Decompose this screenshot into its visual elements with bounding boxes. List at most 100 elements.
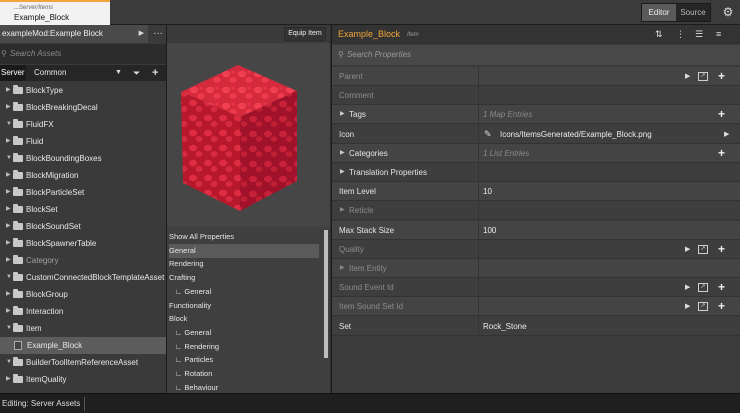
property-value[interactable]: Icons/ItemsGenerated/Example_Block.png bbox=[500, 125, 652, 144]
add-icon[interactable]: + bbox=[152, 65, 158, 81]
property-row[interactable]: Item Sound Set Id ▶ ↗ + bbox=[332, 297, 740, 317]
chevron-right-icon[interactable]: ▶ bbox=[340, 259, 345, 278]
property-category-item[interactable]: ∟ General bbox=[169, 285, 319, 299]
property-value[interactable]: 100 bbox=[483, 221, 496, 240]
tree-folder-item[interactable]: ▶ BlockSet bbox=[0, 201, 166, 218]
source-mode-button[interactable]: Source bbox=[676, 4, 710, 21]
open-reference-icon[interactable]: ↗ bbox=[698, 244, 708, 254]
filter-icon[interactable]: ⏷ bbox=[133, 65, 140, 81]
vertical-dots-icon[interactable]: ⋮ bbox=[676, 25, 685, 44]
add-icon[interactable]: + bbox=[718, 297, 725, 316]
chevron-down-icon[interactable]: ▼ bbox=[6, 116, 12, 133]
tree-folder-item[interactable]: ▶ BlockBreakingDecal bbox=[0, 99, 166, 116]
property-category-item[interactable]: ∟ Rotation bbox=[169, 367, 319, 381]
dropdown-icon[interactable]: ▼ bbox=[115, 65, 122, 81]
property-category-item[interactable]: General bbox=[169, 243, 319, 258]
tree-folder-item[interactable]: ▼ CustomConnectedBlockTemplateAsset bbox=[0, 269, 166, 286]
chevron-right-icon[interactable]: ▶ bbox=[6, 218, 11, 235]
add-icon[interactable]: + bbox=[718, 67, 725, 86]
tab-common[interactable]: Common bbox=[30, 65, 70, 81]
property-category-item[interactable]: Rendering bbox=[169, 257, 319, 271]
property-row[interactable]: Sound Event Id ▶ ↗ + bbox=[332, 278, 740, 298]
property-row[interactable]: Comment bbox=[332, 86, 740, 106]
gear-icon[interactable]: ⚙ bbox=[720, 4, 736, 20]
tree-folder-item[interactable]: ▶ Interaction bbox=[0, 303, 166, 320]
property-row[interactable]: ▶ Translation Properties bbox=[332, 163, 740, 182]
item-preview[interactable] bbox=[167, 43, 330, 227]
filter-list-icon[interactable]: ≡ bbox=[716, 25, 721, 44]
equip-item-button[interactable]: Equip Item bbox=[284, 27, 326, 41]
tree-folder-item[interactable]: ▼ Item bbox=[0, 320, 166, 337]
chevron-right-icon[interactable]: ▶ bbox=[6, 371, 11, 388]
tree-folder-item[interactable]: ▶ BlockSpawnerTable bbox=[0, 235, 166, 252]
add-icon[interactable]: + bbox=[718, 240, 725, 259]
tree-folder-item[interactable]: ▶ BlockMigration bbox=[0, 167, 166, 184]
property-search-input[interactable]: ⚲ Search Properties bbox=[332, 45, 740, 65]
open-reference-icon[interactable]: ↗ bbox=[698, 283, 708, 293]
scrollbar[interactable] bbox=[324, 230, 328, 358]
chevron-down-icon[interactable]: ▼ bbox=[6, 320, 12, 337]
list-icon[interactable]: ☰ bbox=[695, 25, 703, 44]
editor-mode-button[interactable]: Editor bbox=[642, 4, 676, 21]
chevron-right-icon[interactable]: ▶ bbox=[6, 184, 11, 201]
chevron-right-icon[interactable]: ▶ bbox=[340, 163, 345, 182]
tree-folder-item[interactable]: ▼ FluidFX bbox=[0, 116, 166, 133]
property-category-item[interactable]: ∟ General bbox=[169, 326, 319, 340]
tree-folder-item[interactable]: ▶ Category bbox=[0, 252, 166, 269]
property-value[interactable]: Rock_Stone bbox=[483, 317, 527, 336]
property-row[interactable]: ▶ Item Entity bbox=[332, 259, 740, 278]
property-row[interactable]: Quality ▶ ↗ + bbox=[332, 239, 740, 259]
property-row[interactable]: Item Level 10 bbox=[332, 182, 740, 202]
property-row[interactable]: Parent ▶ ↗ + bbox=[332, 67, 740, 86]
play-icon[interactable]: ▶ bbox=[685, 67, 690, 86]
property-row[interactable]: ▶ Reticle bbox=[332, 201, 740, 221]
property-category-item[interactable]: ∟ Rendering bbox=[169, 340, 319, 354]
tree-folder-item[interactable]: ▶ Fluid bbox=[0, 133, 166, 150]
tree-folder-item[interactable]: ▶ BlockParticleSet bbox=[0, 184, 166, 201]
property-category-item[interactable]: Crafting bbox=[169, 271, 319, 285]
tree-folder-item[interactable]: ▶ BlockGroup bbox=[0, 286, 166, 303]
property-category-item[interactable]: Show All Properties bbox=[169, 230, 319, 244]
file-tab[interactable]: ...Server/Items Example_Block bbox=[0, 0, 110, 25]
property-row[interactable]: ▶ Categories 1 List Entries + bbox=[332, 143, 740, 163]
add-icon[interactable]: + bbox=[718, 105, 725, 124]
asset-selector[interactable]: exampleMod:Example Block ▶ bbox=[0, 25, 148, 43]
chevron-right-icon[interactable]: ▶ bbox=[340, 144, 345, 163]
tab-server[interactable]: Server bbox=[0, 65, 26, 81]
add-icon[interactable]: + bbox=[718, 278, 725, 297]
pencil-icon[interactable]: ✎ bbox=[484, 125, 492, 144]
chevron-down-icon[interactable]: ▼ bbox=[6, 150, 12, 167]
play-icon[interactable]: ▶ bbox=[685, 278, 690, 297]
property-row[interactable]: Max Stack Size 100 bbox=[332, 220, 740, 240]
chevron-right-icon[interactable]: ▶ bbox=[6, 252, 11, 269]
open-reference-icon[interactable]: ↗ bbox=[698, 302, 708, 312]
open-reference-icon[interactable]: ↗ bbox=[698, 72, 708, 81]
tree-file-item[interactable]: Example_Block bbox=[0, 337, 166, 354]
chevron-right-icon[interactable]: ▶ bbox=[6, 167, 11, 184]
property-row[interactable]: Set Rock_Stone bbox=[332, 316, 740, 336]
chevron-right-icon[interactable]: ▶ bbox=[6, 235, 11, 252]
property-row[interactable]: Icon ✎ Icons/ItemsGenerated/Example_Block.… bbox=[332, 124, 740, 144]
chevron-right-icon[interactable]: ▶ bbox=[6, 99, 11, 116]
chevron-right-icon[interactable]: ▶ bbox=[724, 125, 729, 144]
chevron-right-icon[interactable]: ▶ bbox=[340, 201, 345, 220]
chevron-right-icon[interactable]: ▶ bbox=[6, 201, 11, 218]
chevron-right-icon[interactable]: ▶ bbox=[6, 286, 11, 303]
tree-folder-item[interactable]: ▶ BlockSoundSet bbox=[0, 218, 166, 235]
asset-search-input[interactable]: ⚲ Search Assets bbox=[0, 44, 166, 64]
property-value[interactable]: 1 Map Entries bbox=[483, 105, 532, 124]
chevron-down-icon[interactable]: ▼ bbox=[6, 354, 12, 371]
play-icon[interactable]: ▶ bbox=[685, 297, 690, 316]
chevron-right-icon[interactable]: ▶ bbox=[340, 105, 345, 124]
property-value[interactable]: 1 List Entries bbox=[483, 144, 529, 163]
more-options-icon[interactable]: … bbox=[149, 25, 167, 43]
add-icon[interactable]: + bbox=[718, 144, 725, 163]
tree-folder-item[interactable]: ▶ ItemQuality bbox=[0, 371, 166, 388]
property-row[interactable]: ▶ Tags 1 Map Entries + bbox=[332, 105, 740, 125]
tree-folder-item[interactable]: ▶ BlockType bbox=[0, 82, 166, 99]
tree-folder-item[interactable]: ▼ BlockBoundingBoxes bbox=[0, 150, 166, 167]
collapse-all-icon[interactable]: ⇅ bbox=[655, 25, 663, 44]
chevron-right-icon[interactable]: ▶ bbox=[6, 82, 11, 99]
play-icon[interactable]: ▶ bbox=[685, 240, 690, 259]
chevron-right-icon[interactable]: ▶ bbox=[6, 303, 11, 320]
